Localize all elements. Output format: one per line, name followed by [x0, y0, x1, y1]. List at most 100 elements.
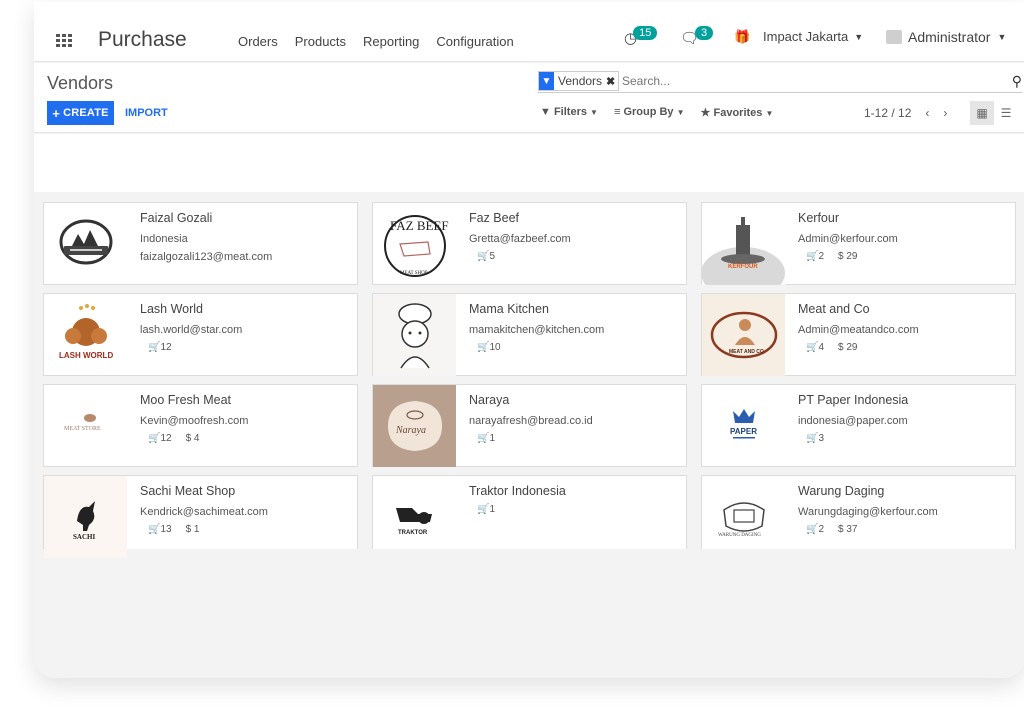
vendor-info: Meat and Co Admin@meatandco.com 🛒4 $ 29: [798, 302, 919, 353]
vendor-card[interactable]: TRAKTOR Traktor Indonesia 🛒1: [372, 475, 687, 549]
app-window: Purchase Orders Products Reporting Confi…: [34, 2, 1024, 678]
company-switcher[interactable]: Impact Jakarta ▼: [763, 29, 863, 44]
purchase-count: 1: [489, 504, 496, 515]
apps-menu-icon[interactable]: [56, 34, 72, 47]
purchase-stat: 🛒4: [806, 342, 824, 353]
vendor-name: Meat and Co: [798, 302, 870, 316]
vendor-stats: 🛒12 $ 4: [148, 433, 248, 444]
vendor-card[interactable]: WARUNG DAGING Warung Daging Warungdaging…: [701, 475, 1016, 549]
logo-text: KERFOUR: [728, 264, 758, 270]
search-options: ▼ Filters ▼ ≡ Group By ▼ ★ Favorites ▼: [540, 106, 773, 119]
menu-reporting[interactable]: Reporting: [363, 34, 419, 49]
user-menu[interactable]: Administrator ▼: [886, 29, 1006, 45]
vendor-name: Moo Fresh Meat: [140, 393, 232, 407]
vendor-stats: 🛒13 $ 1: [148, 524, 268, 535]
vendor-logo: Naraya: [373, 385, 456, 467]
menu-configuration[interactable]: Configuration: [436, 34, 513, 49]
amount-value: $ 4: [185, 433, 200, 444]
group-by-dropdown[interactable]: ≡ Group By ▼: [614, 106, 685, 119]
search-input[interactable]: [622, 74, 962, 88]
view-switcher: ▦ ☰: [970, 101, 1018, 125]
logo-text: LASH WORLD: [59, 351, 113, 360]
vendor-card[interactable]: Naraya Naraya narayafresh@bread.co.id 🛒1: [372, 384, 687, 467]
facet-label: Vendors: [558, 74, 603, 88]
chevron-down-icon: ▼: [676, 108, 685, 117]
vendor-card[interactable]: Mama Kitchen mamakitchen@kitchen.com 🛒10: [372, 293, 687, 376]
purchase-stat: 🛒12: [148, 433, 172, 444]
vendor-email: Admin@meatandco.com: [798, 324, 919, 336]
vendor-email: Admin@kerfour.com: [798, 233, 898, 245]
vendor-logo: MEAT STORE: [44, 385, 127, 467]
purchase-count: 12: [160, 342, 172, 353]
favorites-dropdown[interactable]: ★ Favorites ▼: [701, 106, 774, 119]
breadcrumb: Vendors: [47, 73, 114, 93]
chevron-left-icon[interactable]: ‹: [925, 106, 929, 120]
vendor-stats: 🛒3: [806, 433, 908, 444]
cart-icon: 🛒: [806, 342, 819, 353]
import-button[interactable]: IMPORT: [125, 107, 168, 119]
vendor-logo: [44, 203, 127, 285]
vendor-card[interactable]: MEAT AND CO Meat and Co Admin@meatandco.…: [701, 293, 1016, 376]
filters-dropdown[interactable]: ▼ Filters ▼: [540, 106, 598, 119]
search-bar: ▼ Vendors ✖ ⚲: [538, 71, 1022, 93]
vendor-card[interactable]: KERFOUR Kerfour Admin@kerfour.com 🛒2 $ 29: [701, 202, 1016, 285]
vendor-name: Faizal Gozali: [140, 211, 213, 225]
vendor-email: Warungdaging@kerfour.com: [798, 506, 938, 518]
purchase-count: 4: [818, 342, 825, 353]
menu-products[interactable]: Products: [295, 34, 346, 49]
create-label: CREATE: [63, 107, 109, 119]
menu-orders[interactable]: Orders: [238, 34, 278, 49]
kanban-view-icon[interactable]: ▦: [970, 101, 994, 125]
vendor-info: Lash World lash.world@star.com 🛒12: [140, 302, 242, 353]
amount-value: $ 29: [838, 251, 858, 262]
purchase-stat: 🛒2: [806, 524, 824, 535]
create-button[interactable]: + CREATE: [47, 101, 114, 125]
vendor-email: Gretta@fazbeef.com: [469, 233, 571, 245]
star-icon: ★: [700, 107, 711, 119]
purchase-stat: 🛒12: [148, 342, 172, 353]
cart-icon: 🛒: [477, 433, 490, 444]
vendor-card[interactable]: FAZ BEEF MEAT SHOP Faz Beef Gretta@fazbee…: [372, 202, 687, 285]
chevron-down-icon: ▼: [765, 109, 774, 118]
pager-value[interactable]: 1-12 / 12: [864, 106, 911, 120]
vendor-logo: MEAT AND CO: [702, 294, 785, 376]
vendor-stats: 🛒10: [477, 342, 604, 353]
logo-text: FAZ BEEF: [390, 218, 449, 233]
list-view-icon[interactable]: ☰: [994, 101, 1018, 125]
gift-icon[interactable]: 🎁: [734, 29, 750, 45]
vendor-name: Faz Beef: [469, 211, 520, 225]
logo-text: TRAKTOR: [398, 530, 428, 536]
search-icon[interactable]: ⚲: [1012, 73, 1022, 90]
logo-text: PAPER: [730, 427, 757, 436]
cart-icon: 🛒: [806, 251, 819, 262]
vendor-info: Sachi Meat Shop Kendrick@sachimeat.com 🛒…: [140, 484, 268, 535]
logo-text: SACHI: [73, 533, 95, 541]
amount-value: $ 1: [185, 524, 200, 535]
vendor-email: Kendrick@sachimeat.com: [140, 506, 268, 518]
top-navbar: Purchase Orders Products Reporting Confi…: [34, 2, 1024, 62]
purchase-count: 3: [818, 433, 825, 444]
chevron-down-icon: ▼: [997, 32, 1007, 42]
vendor-info: PT Paper Indonesia indonesia@paper.com 🛒…: [798, 393, 908, 444]
app-title: Purchase: [98, 28, 187, 51]
chevron-right-icon[interactable]: ›: [943, 106, 947, 120]
cart-icon: 🛒: [477, 251, 490, 262]
vendor-email: indonesia@paper.com: [798, 415, 908, 427]
purchase-stat: 🛒1: [477, 433, 495, 444]
vendor-card[interactable]: LASH WORLD Lash World lash.world@star.co…: [43, 293, 358, 376]
purchase-count: 13: [160, 524, 172, 535]
vendor-stats: 🛒1: [477, 504, 566, 515]
vendor-card[interactable]: SACHI Sachi Meat Shop Kendrick@sachimeat…: [43, 475, 358, 558]
vendor-info: Faz Beef Gretta@fazbeef.com 🛒5: [469, 211, 571, 262]
vendor-card[interactable]: Faizal Gozali Indonesia faizalgozali123@…: [43, 202, 358, 285]
vendor-email: mamakitchen@kitchen.com: [469, 324, 605, 336]
activity-menu[interactable]: ◷ 15: [624, 26, 658, 47]
vendor-card[interactable]: MEAT STORE Moo Fresh Meat Kevin@moofresh…: [43, 384, 358, 467]
vendor-card[interactable]: PAPER PT Paper Indonesia indonesia@paper…: [701, 384, 1016, 467]
purchase-stat: 🛒3: [806, 433, 824, 444]
remove-facet-icon[interactable]: ✖: [606, 72, 618, 90]
logo-text: WARUNG DAGING: [718, 533, 761, 538]
vendor-stats: 🛒5: [477, 251, 571, 262]
vendor-info: Kerfour Admin@kerfour.com 🛒2 $ 29: [798, 211, 898, 262]
messaging-menu[interactable]: 🗨 3: [680, 26, 714, 47]
